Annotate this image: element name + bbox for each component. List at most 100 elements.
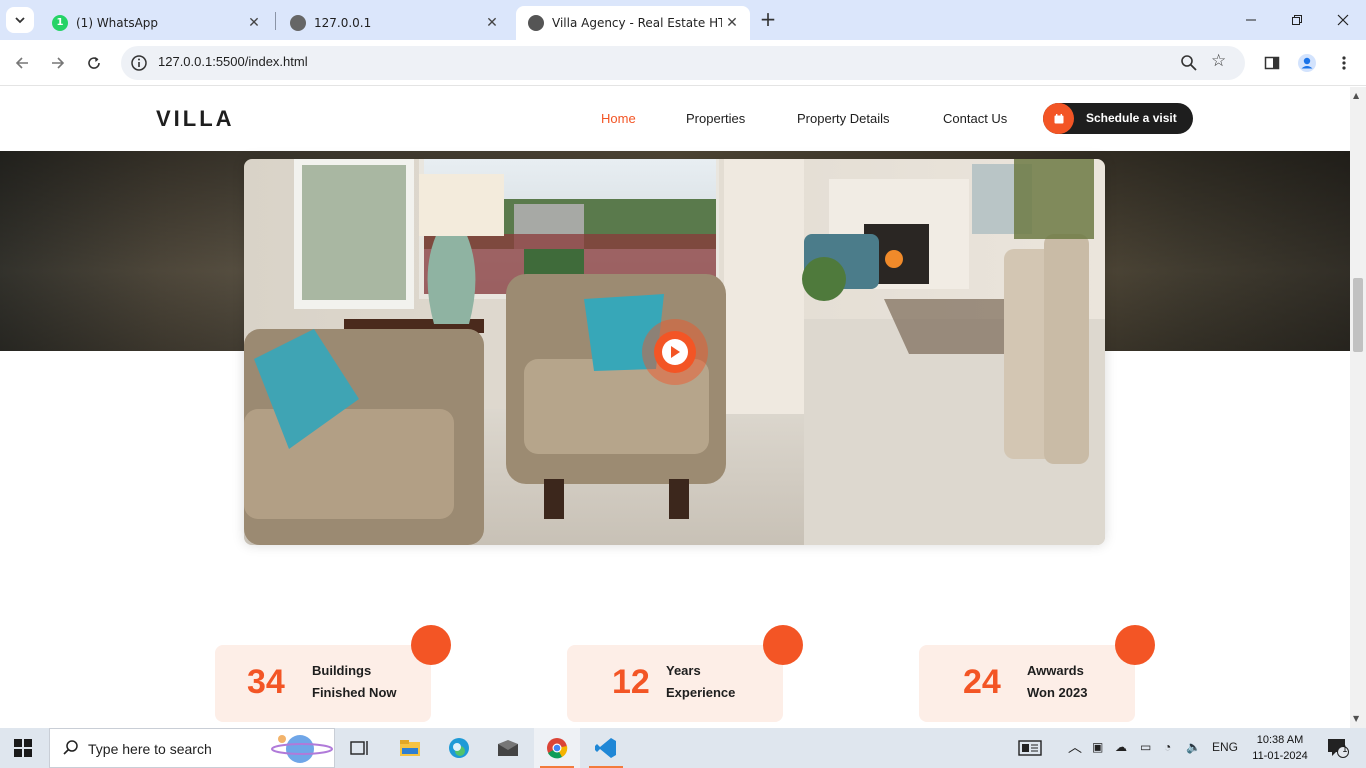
- folder-icon: [400, 740, 420, 756]
- vscode-taskbar-button[interactable]: [583, 728, 629, 768]
- mail-icon: [498, 740, 518, 756]
- notification-count: 1: [1342, 745, 1348, 755]
- whatsapp-icon: 1: [52, 15, 68, 31]
- site-header: VILLA Home Properties Property Details C…: [0, 87, 1350, 151]
- url-text[interactable]: 127.0.0.1:5500/index.html: [158, 54, 308, 69]
- back-button[interactable]: [11, 52, 33, 74]
- stat-label-line2: Finished Now: [312, 685, 397, 700]
- reload-button[interactable]: [83, 52, 105, 74]
- search-icon: [63, 740, 78, 755]
- avatar-icon: [1298, 54, 1316, 72]
- show-hidden-icons-chevron-icon[interactable]: ︿: [1068, 737, 1082, 757]
- stat-label-line1: Awwards: [1027, 663, 1084, 678]
- globe-icon: [290, 15, 306, 31]
- onedrive-cloud-icon[interactable]: ☁: [1115, 740, 1127, 754]
- minimize-button[interactable]: [1228, 6, 1274, 34]
- nav-home[interactable]: Home: [601, 111, 636, 126]
- tab-villa-agency[interactable]: Villa Agency - Real Estate HTML ✕: [516, 6, 750, 40]
- address-bar[interactable]: 127.0.0.1:5500/index.html ☆: [121, 46, 1245, 80]
- wifi-icon[interactable]: ◔: [1164, 740, 1171, 754]
- meet-now-icon[interactable]: ▣: [1092, 740, 1103, 754]
- profile-button[interactable]: [1296, 52, 1318, 74]
- task-view-icon: [350, 741, 368, 755]
- tab-title: (1) WhatsApp: [76, 16, 159, 30]
- stat-card-buildings: 34 Buildings Finished Now: [215, 625, 451, 722]
- scrollbar-thumb[interactable]: [1353, 278, 1363, 352]
- news-widget-button[interactable]: [1008, 728, 1052, 768]
- restore-button[interactable]: [1274, 6, 1320, 34]
- browser-toolbar: 127.0.0.1:5500/index.html ☆: [0, 40, 1366, 86]
- stat-label-line1: Years: [666, 663, 701, 678]
- task-view-button[interactable]: [337, 728, 383, 768]
- tab-strip: 1 (1) WhatsApp ✕ 127.0.0.1 ✕ Villa Agenc…: [0, 0, 1366, 40]
- tab-localhost[interactable]: 127.0.0.1 ✕: [278, 6, 510, 40]
- windows-taskbar: Type here to search ︿ ▣ ☁ ▭ ◔ 🔈 ENG 10:3…: [0, 728, 1366, 768]
- decorative-dot: [763, 625, 803, 665]
- stat-card-awards: 24 Awwards Won 2023: [919, 625, 1155, 722]
- bookmark-star-icon[interactable]: ☆: [1211, 51, 1226, 71]
- close-tab-icon[interactable]: ✕: [722, 15, 742, 31]
- file-explorer-button[interactable]: [387, 728, 433, 768]
- site-info-icon[interactable]: [129, 53, 149, 73]
- edge-browser-button[interactable]: [436, 728, 482, 768]
- globe-icon: [528, 15, 544, 31]
- page-viewport: VILLA Home Properties Property Details C…: [0, 87, 1350, 728]
- search-highlight-image: [271, 735, 333, 763]
- scroll-down-arrow-icon[interactable]: ▼: [1353, 714, 1359, 723]
- schedule-visit-button[interactable]: Schedule a visit: [1043, 103, 1193, 134]
- chrome-icon: [547, 738, 568, 759]
- tab-whatsapp[interactable]: 1 (1) WhatsApp ✕: [40, 6, 272, 40]
- browser-menu-button[interactable]: [1333, 52, 1355, 74]
- side-panel-button[interactable]: [1261, 52, 1283, 74]
- play-video-button[interactable]: [642, 319, 708, 385]
- tab-title: 127.0.0.1: [314, 16, 372, 30]
- stat-number: 12: [612, 663, 650, 701]
- tab-title: Villa Agency - Real Estate HTML: [552, 16, 722, 30]
- close-window-button[interactable]: [1320, 6, 1366, 34]
- play-button-core: [654, 331, 696, 373]
- volume-icon[interactable]: 🔈: [1186, 740, 1201, 754]
- mail-button[interactable]: [485, 728, 531, 768]
- arrow-left-icon: [15, 57, 28, 69]
- minimize-icon: [1246, 19, 1256, 21]
- vscode-icon: [595, 738, 616, 758]
- zoom-icon[interactable]: [1179, 53, 1199, 73]
- news-icon: [1018, 740, 1042, 756]
- decorative-dot: [1115, 625, 1155, 665]
- stat-card-years: 12 Years Experience: [567, 625, 803, 722]
- edge-icon: [449, 738, 469, 758]
- stat-label-line2: Experience: [666, 685, 736, 700]
- system-clock[interactable]: 10:38 AM 11-01-2024: [1250, 732, 1310, 764]
- restore-icon: [1292, 15, 1302, 25]
- close-tab-icon[interactable]: ✕: [244, 15, 264, 31]
- arrow-right-icon: [52, 57, 65, 69]
- windows-start-icon[interactable]: [14, 739, 32, 757]
- nav-property-details[interactable]: Property Details: [797, 111, 889, 126]
- close-tab-icon[interactable]: ✕: [482, 15, 502, 31]
- scroll-up-arrow-icon[interactable]: ▲: [1353, 91, 1359, 100]
- search-placeholder: Type here to search: [88, 741, 212, 757]
- stat-number: 24: [963, 663, 1001, 701]
- stat-number: 34: [247, 663, 285, 701]
- page-scrollbar[interactable]: ▲ ▼: [1350, 87, 1366, 728]
- chrome-taskbar-button[interactable]: [534, 728, 580, 768]
- reload-icon: [88, 57, 100, 69]
- clock-time: 10:38 AM: [1256, 734, 1304, 746]
- nav-properties[interactable]: Properties: [686, 111, 745, 126]
- side-panel-icon: [1264, 56, 1280, 70]
- site-logo[interactable]: VILLA: [156, 106, 235, 132]
- clock-date: 11-01-2024: [1252, 750, 1308, 762]
- new-tab-button[interactable]: +: [757, 8, 779, 32]
- more-vertical-icon: [1342, 56, 1346, 70]
- tab-separator: [275, 12, 276, 30]
- tab-search-button[interactable]: [6, 7, 34, 33]
- language-indicator[interactable]: ENG: [1212, 740, 1238, 754]
- taskbar-search-box[interactable]: Type here to search: [49, 728, 335, 768]
- nav-contact-us[interactable]: Contact Us: [943, 111, 1007, 126]
- notifications-button[interactable]: 1: [1318, 728, 1358, 768]
- decorative-dot: [411, 625, 451, 665]
- stat-label-line2: Won 2023: [1027, 685, 1088, 700]
- battery-icon[interactable]: ▭: [1140, 740, 1151, 754]
- forward-button[interactable]: [47, 52, 69, 74]
- stat-label-line1: Buildings: [312, 663, 372, 678]
